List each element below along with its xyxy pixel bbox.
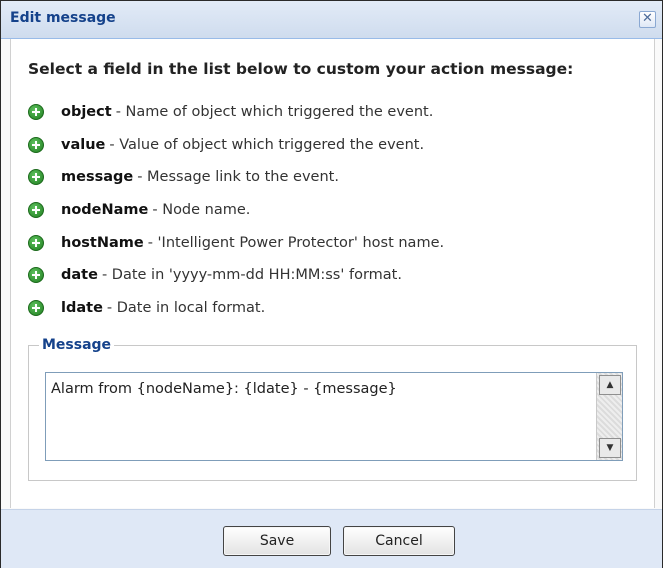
field-name: object bbox=[61, 104, 112, 121]
instruction-text: Select a field in the list below to cust… bbox=[28, 60, 574, 78]
save-button[interactable]: Save bbox=[223, 526, 331, 556]
field-item-date: date - Date in 'yyyy-mm-dd HH:MM:ss' for… bbox=[28, 259, 444, 292]
plus-circle-icon[interactable] bbox=[28, 104, 44, 121]
plus-circle-icon[interactable] bbox=[28, 202, 44, 219]
textarea-scrollbar[interactable]: ▲ ▼ bbox=[596, 373, 622, 460]
cancel-button[interactable]: Cancel bbox=[343, 526, 455, 556]
dialog-title: Edit message bbox=[10, 10, 116, 26]
field-description: - Node name. bbox=[152, 202, 251, 219]
message-text: Alarm from {nodeName}: {ldate} - {messag… bbox=[51, 381, 397, 397]
plus-circle-icon[interactable] bbox=[28, 234, 44, 251]
field-item-message: message - Message link to the event. bbox=[28, 161, 444, 194]
field-item-nodename: nodeName - Node name. bbox=[28, 194, 444, 227]
dialog-titlebar[interactable]: Edit message ✕ bbox=[1, 1, 662, 39]
field-name: value bbox=[61, 136, 106, 153]
message-fieldset: Message Alarm from {nodeName}: {ldate} -… bbox=[28, 337, 637, 481]
close-icon[interactable]: ✕ bbox=[639, 11, 656, 28]
field-item-object: object - Name of object which triggered … bbox=[28, 96, 444, 129]
field-description: - Name of object which triggered the eve… bbox=[115, 104, 434, 121]
field-list: object - Name of object which triggered … bbox=[28, 96, 444, 324]
field-name: nodeName bbox=[61, 202, 149, 219]
field-description: - Date in local format. bbox=[106, 299, 266, 316]
plus-circle-icon[interactable] bbox=[28, 136, 44, 153]
field-name: hostName bbox=[61, 234, 144, 251]
field-name: message bbox=[61, 169, 134, 186]
edit-message-dialog: Edit message ✕ Select a field in the lis… bbox=[0, 0, 663, 568]
scroll-down-arrow-icon[interactable]: ▼ bbox=[599, 438, 621, 458]
message-textarea[interactable]: Alarm from {nodeName}: {ldate} - {messag… bbox=[45, 372, 623, 461]
message-legend: Message bbox=[42, 337, 112, 353]
field-description: - Date in 'yyyy-mm-dd HH:MM:ss' format. bbox=[101, 267, 402, 284]
field-description: - Value of object which triggered the ev… bbox=[109, 136, 425, 153]
field-description: - Message link to the event. bbox=[137, 169, 339, 186]
plus-circle-icon[interactable] bbox=[28, 299, 44, 316]
dialog-body: Select a field in the list below to cust… bbox=[10, 39, 655, 508]
field-name: ldate bbox=[61, 299, 103, 316]
scroll-up-arrow-icon[interactable]: ▲ bbox=[599, 375, 621, 395]
plus-circle-icon[interactable] bbox=[28, 169, 44, 186]
plus-circle-icon[interactable] bbox=[28, 267, 44, 284]
field-item-hostname: hostName - 'Intelligent Power Protector'… bbox=[28, 226, 444, 259]
field-item-value: value - Value of object which triggered … bbox=[28, 129, 444, 162]
dialog-footer: Save Cancel bbox=[1, 509, 662, 568]
field-name: date bbox=[61, 267, 98, 284]
field-item-ldate: ldate - Date in local format. bbox=[28, 292, 444, 325]
field-description: - 'Intelligent Power Protector' host nam… bbox=[147, 234, 445, 251]
